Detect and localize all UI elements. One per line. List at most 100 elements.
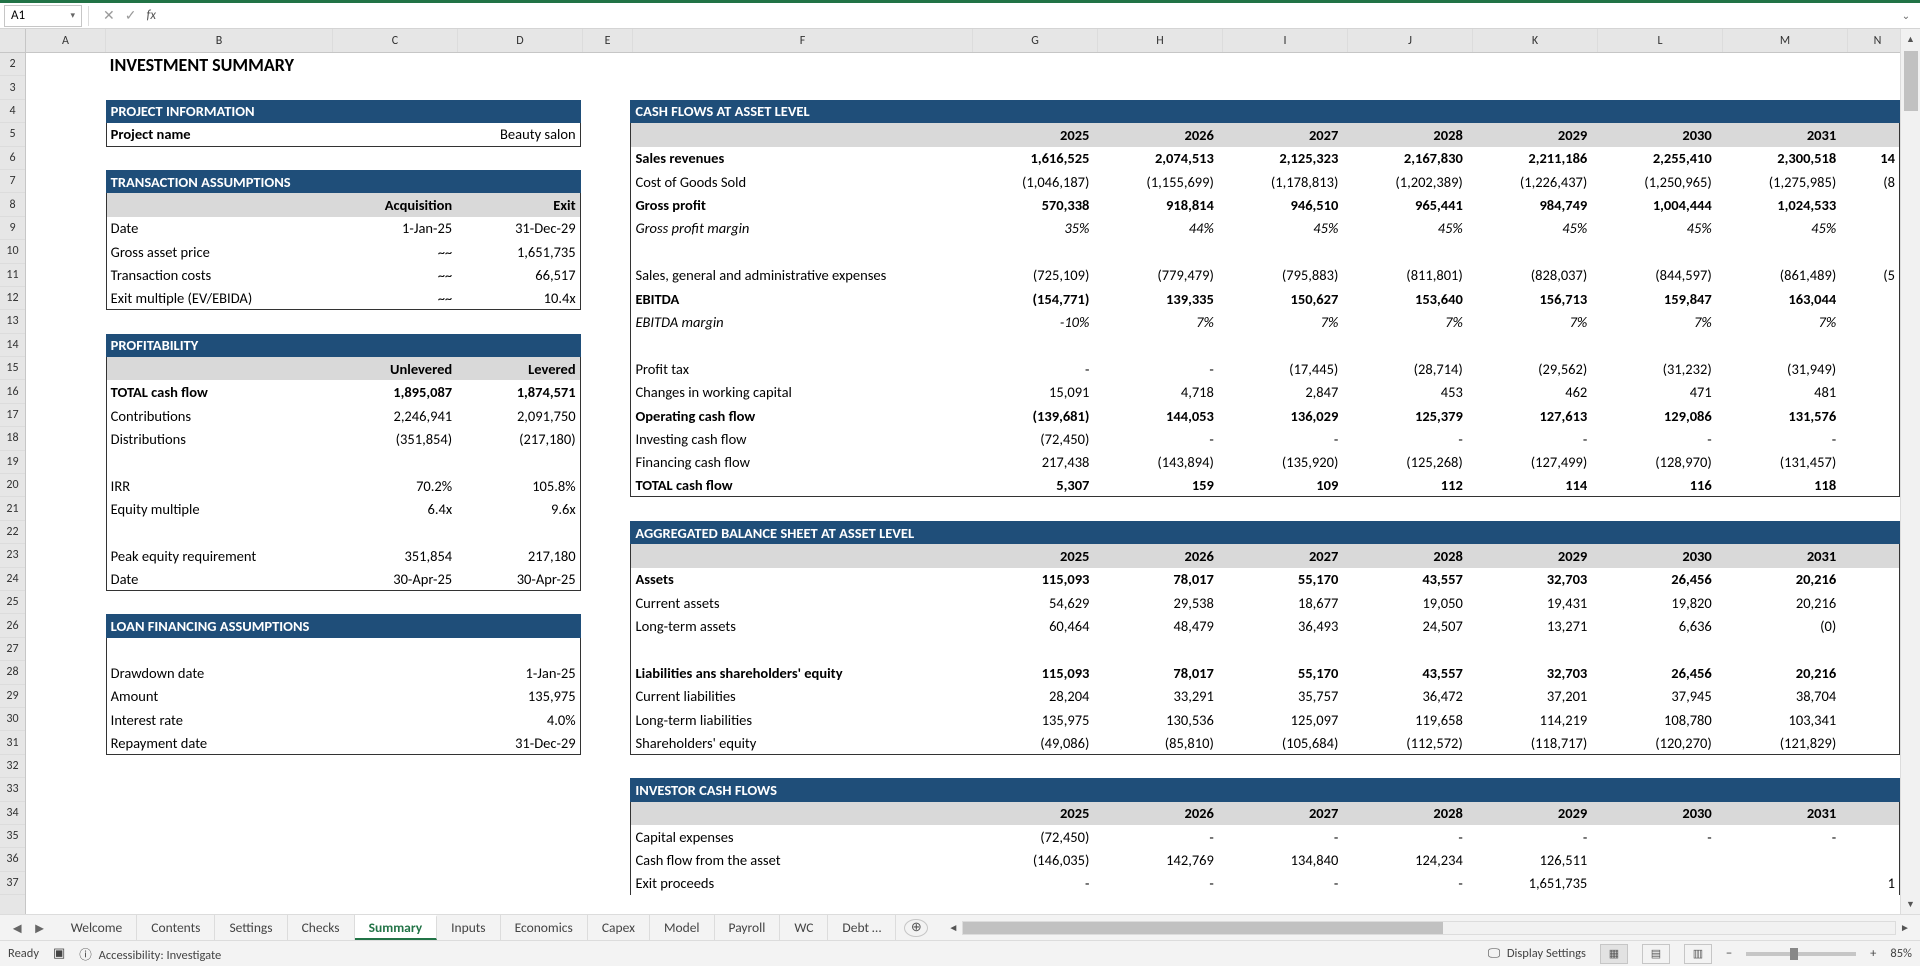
cell[interactable]: Operating cash flow: [630, 404, 969, 427]
cell[interactable]: [969, 778, 1093, 801]
cell[interactable]: Beauty salon: [456, 123, 580, 146]
cell[interactable]: [1591, 240, 1715, 263]
scroll-left-icon[interactable]: ◄: [944, 921, 962, 934]
cell[interactable]: [106, 848, 332, 871]
cell[interactable]: Sales revenues: [630, 147, 969, 170]
cell[interactable]: [1342, 334, 1466, 357]
cell[interactable]: [630, 334, 969, 357]
cell[interactable]: PROFITABILITY: [106, 334, 332, 357]
cell[interactable]: Contributions: [106, 404, 332, 427]
cell[interactable]: [630, 76, 969, 99]
scroll-down-icon[interactable]: ▼: [1901, 894, 1920, 914]
row-header[interactable]: 22: [0, 521, 25, 544]
cell[interactable]: 2,074,513: [1093, 147, 1217, 170]
cell[interactable]: [1218, 755, 1342, 778]
chevron-down-icon[interactable]: ▾: [70, 10, 75, 21]
cell[interactable]: [106, 591, 332, 614]
cell[interactable]: 2,211,186: [1467, 147, 1591, 170]
col-header-E[interactable]: E: [583, 29, 633, 52]
cell[interactable]: 9.6x: [456, 497, 580, 520]
cell[interactable]: [1467, 76, 1591, 99]
cell[interactable]: Amount: [106, 685, 332, 708]
cell[interactable]: [1342, 521, 1466, 544]
cell[interactable]: [332, 76, 456, 99]
cell[interactable]: 33,291: [1093, 685, 1217, 708]
col-header-M[interactable]: M: [1723, 29, 1848, 52]
cell[interactable]: [1342, 497, 1466, 520]
cell[interactable]: 1: [1840, 872, 1900, 895]
cell[interactable]: -: [1218, 825, 1342, 848]
cell[interactable]: 471: [1591, 380, 1715, 403]
sheet-tab[interactable]: Payroll: [715, 915, 781, 940]
cell[interactable]: 7%: [1093, 310, 1217, 333]
cell[interactable]: -: [1093, 825, 1217, 848]
cell[interactable]: [26, 53, 106, 76]
row-header[interactable]: 36: [0, 848, 25, 871]
cell[interactable]: [1218, 521, 1342, 544]
row-header[interactable]: 21: [0, 497, 25, 520]
cell[interactable]: 19,820: [1591, 591, 1715, 614]
cell[interactable]: Date: [106, 217, 332, 240]
cell[interactable]: [332, 802, 456, 825]
cell[interactable]: 14: [1840, 147, 1900, 170]
cell[interactable]: [1342, 755, 1466, 778]
row-header[interactable]: 17: [0, 404, 25, 427]
cell[interactable]: [581, 123, 631, 146]
cell[interactable]: 29,538: [1093, 591, 1217, 614]
row-header[interactable]: 13: [0, 310, 25, 333]
cell[interactable]: 2,300,518: [1716, 147, 1840, 170]
cell[interactable]: -: [1467, 825, 1591, 848]
cell[interactable]: [456, 100, 580, 123]
cell[interactable]: [106, 147, 332, 170]
cell[interactable]: [1840, 76, 1900, 99]
cell[interactable]: [26, 147, 106, 170]
cell[interactable]: Drawdown date: [106, 661, 332, 684]
sheet-tab[interactable]: Economics: [501, 915, 588, 940]
col-header-L[interactable]: L: [1598, 29, 1723, 52]
cell[interactable]: 156,713: [1467, 287, 1591, 310]
cell[interactable]: [1840, 661, 1900, 684]
cell[interactable]: -: [1591, 825, 1715, 848]
scroll-thumb[interactable]: [1904, 51, 1918, 111]
cell[interactable]: Distributions: [106, 427, 332, 450]
cell[interactable]: [1467, 521, 1591, 544]
cell[interactable]: (49,086): [969, 731, 1093, 754]
cell[interactable]: [1093, 334, 1217, 357]
cell[interactable]: [1467, 100, 1591, 123]
macro-record-icon[interactable]: ▣: [53, 946, 65, 961]
cell[interactable]: [332, 123, 456, 146]
cell[interactable]: [332, 170, 456, 193]
col-header-J[interactable]: J: [1348, 29, 1473, 52]
cell[interactable]: (121,829): [1716, 731, 1840, 754]
tab-prev-icon[interactable]: ◄: [10, 919, 24, 937]
sheet-tab[interactable]: Checks: [288, 915, 355, 940]
cell[interactable]: [1218, 53, 1342, 76]
cell[interactable]: -: [1093, 427, 1217, 450]
cell[interactable]: (31,232): [1591, 357, 1715, 380]
cell[interactable]: [1591, 778, 1715, 801]
cell[interactable]: 114: [1467, 474, 1591, 497]
cell[interactable]: (1,226,437): [1467, 170, 1591, 193]
cell[interactable]: 2029: [1467, 544, 1591, 567]
cell[interactable]: [26, 240, 106, 263]
cell[interactable]: [969, 240, 1093, 263]
cell[interactable]: [456, 76, 580, 99]
vertical-scrollbar[interactable]: ▲ ▼: [1900, 29, 1920, 914]
cell[interactable]: -: [1591, 427, 1715, 450]
cell[interactable]: [456, 451, 580, 474]
cell[interactable]: [581, 240, 631, 263]
cell[interactable]: 18,677: [1218, 591, 1342, 614]
cell[interactable]: [1342, 638, 1466, 661]
cell[interactable]: [1342, 100, 1466, 123]
cell[interactable]: 984,749: [1467, 193, 1591, 216]
cell[interactable]: (125,268): [1342, 451, 1466, 474]
cell[interactable]: [1840, 310, 1900, 333]
cell[interactable]: [969, 334, 1093, 357]
cell[interactable]: [581, 287, 631, 310]
cell[interactable]: 24,507: [1342, 614, 1466, 637]
cell[interactable]: TOTAL cash flow: [630, 474, 969, 497]
cell[interactable]: [26, 731, 106, 754]
cell[interactable]: 2028: [1342, 802, 1466, 825]
cell[interactable]: 142,769: [1093, 848, 1217, 871]
cell[interactable]: [1716, 53, 1840, 76]
